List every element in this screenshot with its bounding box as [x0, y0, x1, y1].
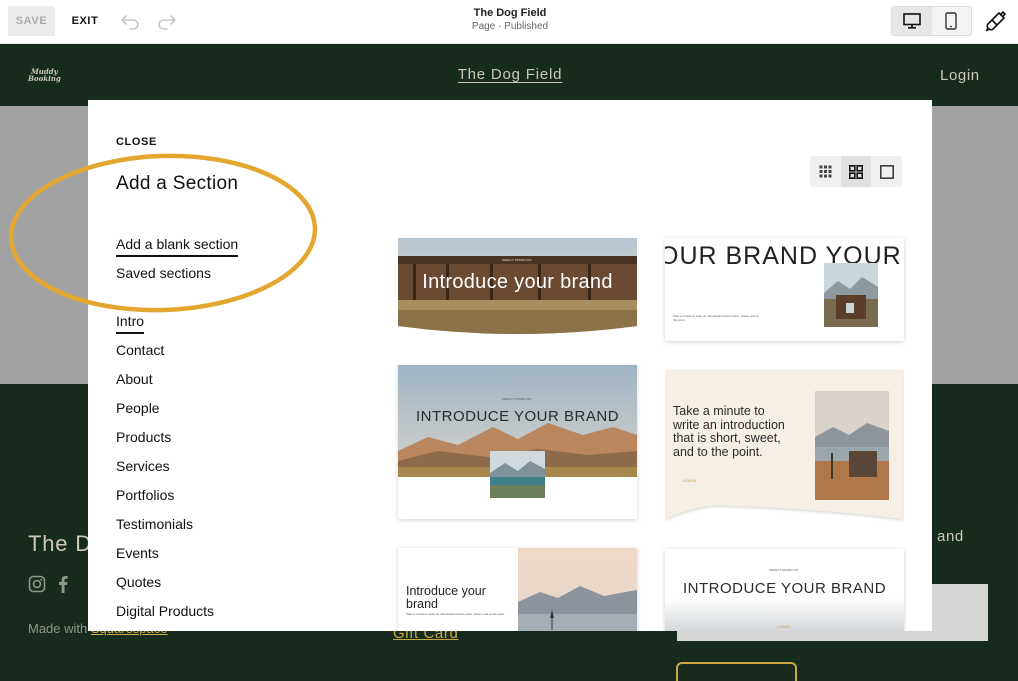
- category-products[interactable]: Products: [116, 428, 214, 457]
- template-button: LEARN: [683, 479, 696, 483]
- category-label: About: [116, 371, 153, 387]
- section-template-card[interactable]: OUR BRAND YOUR Take a minute to write an…: [665, 238, 904, 341]
- category-services[interactable]: Services: [116, 457, 214, 486]
- template-inset-image: [490, 451, 545, 498]
- section-category-list: Intro Contact About People Products Serv…: [116, 312, 214, 631]
- template-body-text: Take a minute to write an introduction t…: [673, 405, 788, 459]
- category-testimonials[interactable]: Testimonials: [116, 515, 214, 544]
- category-events[interactable]: Events: [116, 544, 214, 573]
- template-body-text-small: Take a minute to write an introduction t…: [406, 612, 506, 616]
- template-heading: INTRODUCE YOUR BRAND: [665, 580, 904, 597]
- add-section-modal: CLOSE Add a Section Add a blank section …: [88, 100, 932, 631]
- desktop-view-button[interactable]: [892, 7, 932, 35]
- section-template-card[interactable]: MAKE IT STAND OUT INTRODUCE YOUR BRAND L…: [665, 549, 904, 631]
- category-label: Events: [116, 545, 159, 561]
- preview-size-toggle: [810, 156, 902, 187]
- category-label: Intro: [116, 313, 144, 334]
- grid-small-icon: [819, 165, 832, 178]
- template-heading: Introduce your brand: [398, 238, 637, 340]
- mobile-view-button[interactable]: [932, 7, 972, 35]
- page-status: Page · Published: [410, 20, 610, 33]
- page-title: The Dog Field: [410, 6, 610, 20]
- category-label: Digital Products: [116, 603, 214, 619]
- category-label: Testimonials: [116, 516, 193, 532]
- modal-title: Add a Section: [116, 173, 238, 195]
- category-label: Contact: [116, 342, 164, 358]
- editor-toolbar: SAVE EXIT The Dog Field Page · Published: [0, 0, 1018, 44]
- category-portfolios[interactable]: Portfolios: [116, 486, 214, 515]
- saved-sections-link[interactable]: Saved sections: [116, 265, 211, 281]
- small-grid-button[interactable]: [810, 156, 841, 187]
- exit-button[interactable]: EXIT: [66, 6, 104, 36]
- paintbrush-icon[interactable]: [985, 10, 1007, 32]
- template-button: LEARN: [777, 625, 790, 629]
- category-label: Products: [116, 429, 171, 445]
- undo-icon[interactable]: [120, 11, 140, 31]
- category-digital-products[interactable]: Digital Products: [116, 602, 214, 631]
- template-body-text: Take a minute to write an introduction t…: [673, 314, 763, 322]
- category-people[interactable]: People: [116, 399, 214, 428]
- category-intro[interactable]: Intro: [116, 312, 214, 341]
- large-grid-button[interactable]: [841, 156, 872, 187]
- section-template-card[interactable]: Introduce your brand Take a minute to wr…: [398, 548, 637, 631]
- desktop-icon: [903, 13, 921, 29]
- category-quotes[interactable]: Quotes: [116, 573, 214, 602]
- category-label: Portfolios: [116, 487, 174, 503]
- single-view-icon: [880, 165, 894, 179]
- redo-icon[interactable]: [157, 11, 177, 31]
- category-about[interactable]: About: [116, 370, 214, 399]
- category-contact[interactable]: Contact: [116, 341, 214, 370]
- section-template-card[interactable]: Take a minute to write an introduction t…: [665, 369, 904, 522]
- save-button[interactable]: SAVE: [8, 6, 55, 36]
- page-info[interactable]: The Dog Field Page · Published: [410, 6, 610, 33]
- template-preview-image: [815, 391, 889, 500]
- category-label: Services: [116, 458, 170, 474]
- mobile-icon: [945, 12, 957, 30]
- device-toggle: [891, 6, 972, 36]
- single-view-button[interactable]: [871, 156, 902, 187]
- category-label: People: [116, 400, 160, 416]
- grid-large-icon: [849, 165, 863, 179]
- template-preview-image: [824, 263, 878, 327]
- section-template-card[interactable]: MAKE IT STAND OUT INTRODUCE YOUR BRAND: [398, 365, 637, 519]
- template-heading: INTRODUCE YOUR BRAND: [398, 408, 637, 426]
- template-eyebrow: MAKE IT STAND OUT: [502, 397, 532, 401]
- category-label: Quotes: [116, 574, 161, 590]
- section-template-card[interactable]: MAKE IT STAND OUT Introduce your brand: [398, 238, 637, 340]
- close-button[interactable]: CLOSE: [116, 136, 157, 148]
- template-body-text: Introduce your brand: [406, 585, 516, 611]
- template-eyebrow: MAKE IT STAND OUT: [769, 568, 799, 572]
- add-blank-section-link[interactable]: Add a blank section: [116, 236, 238, 257]
- template-preview-image: [518, 548, 637, 631]
